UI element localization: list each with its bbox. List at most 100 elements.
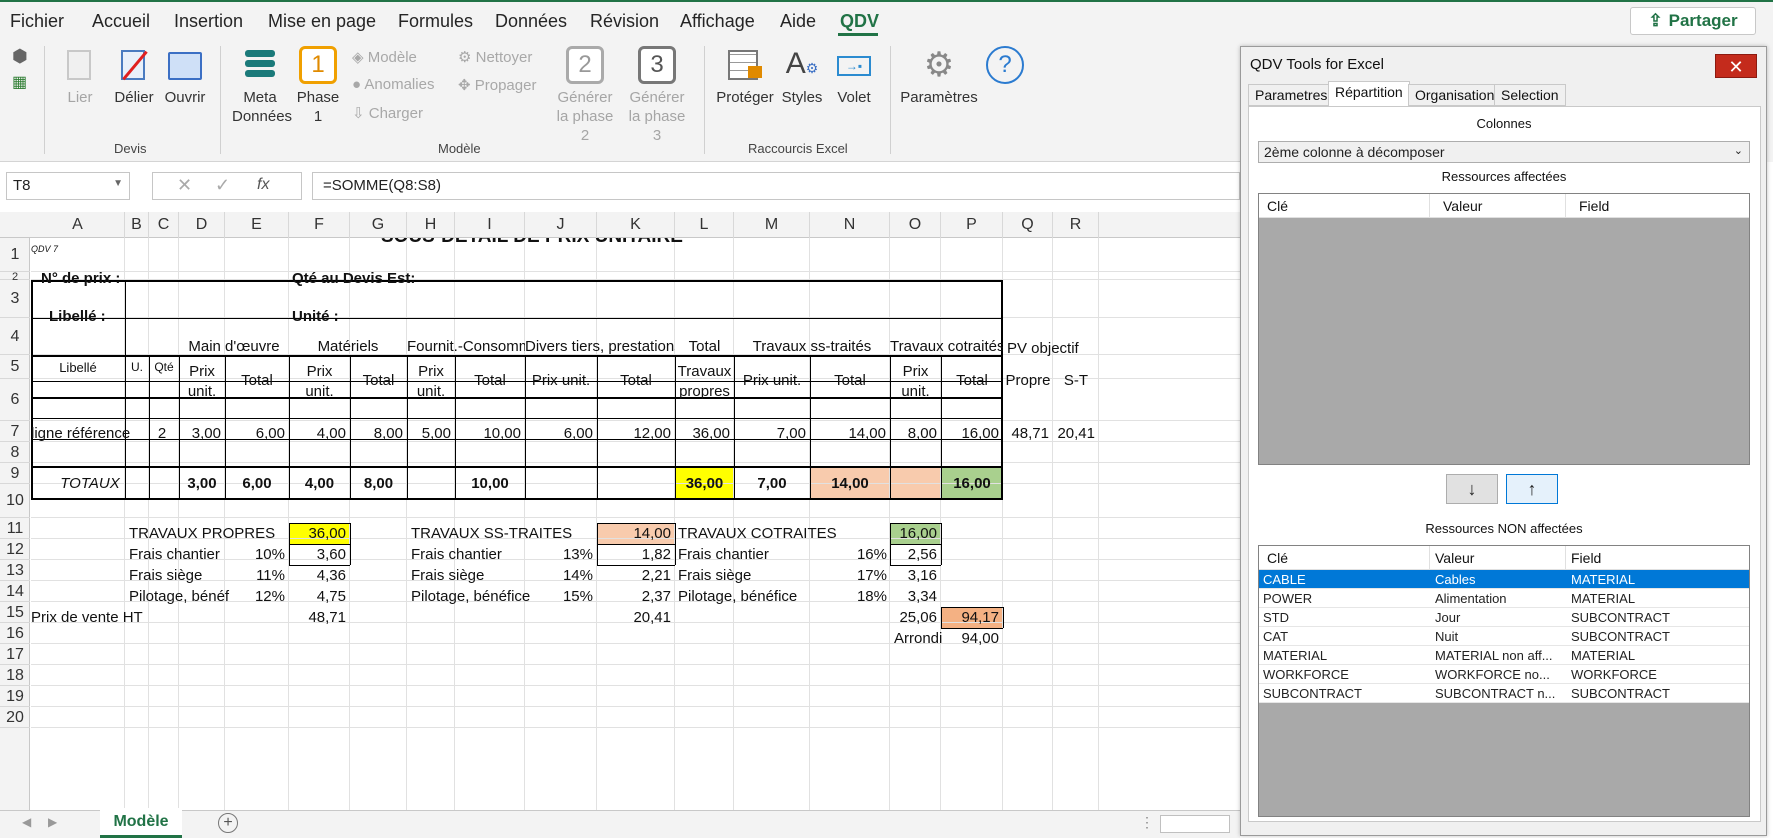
row-header-15[interactable]: 15 — [0, 602, 30, 623]
resource-row[interactable]: STD Jour SUBCONTRACT — [1259, 608, 1749, 627]
column-header-a[interactable]: A — [31, 212, 125, 238]
row8-cell-5[interactable]: 8,00 — [350, 425, 403, 442]
menu-mise-en-page[interactable]: Mise en page — [268, 11, 376, 32]
column-header-e[interactable]: E — [225, 212, 289, 238]
charger-button[interactable]: ⇩ Charger — [352, 104, 423, 122]
row-header-11[interactable]: 11 — [0, 518, 30, 539]
nettoyer-button[interactable]: ⚙ Nettoyer — [458, 48, 532, 66]
phase1-button[interactable]: 1 Phase 1 — [295, 46, 341, 126]
col-field[interactable]: Field — [1571, 550, 1601, 566]
row-header-14[interactable]: 14 — [0, 581, 30, 602]
totaux-cell-6[interactable]: 7,00 — [734, 475, 810, 492]
lier-button[interactable]: Lier — [60, 46, 100, 107]
row8-cell-4[interactable]: 4,00 — [289, 425, 346, 442]
row-header-18[interactable]: 18 — [0, 665, 30, 686]
proteger-button[interactable]: Protéger — [716, 46, 774, 107]
column-header-k[interactable]: K — [597, 212, 675, 238]
insert-function-icon[interactable]: fx — [257, 176, 269, 194]
sheet-tab-modele[interactable]: Modèle — [100, 808, 182, 838]
column-header-f[interactable]: F — [289, 212, 350, 238]
menu-qdv[interactable]: QDV — [840, 11, 879, 32]
ouvrir-button[interactable]: Ouvrir — [162, 46, 208, 107]
row8-cell-12[interactable]: 14,00 — [810, 425, 886, 442]
column-header-r[interactable]: R — [1053, 212, 1099, 238]
row-header-9[interactable]: 9 — [0, 463, 30, 484]
assigned-resources-list[interactable]: Clé Valeur Field — [1258, 193, 1750, 465]
propager-button[interactable]: ✥ Propager — [458, 76, 536, 94]
menu-insertion[interactable]: Insertion — [174, 11, 243, 32]
chevron-down-icon[interactable]: ▼ — [113, 178, 123, 189]
column-header-h[interactable]: H — [407, 212, 455, 238]
row8-cell-6[interactable]: 5,00 — [407, 425, 451, 442]
sheet-icon[interactable]: ▦ — [12, 72, 27, 92]
confirm-icon[interactable]: ✓ — [215, 175, 230, 196]
totaux-cell-5[interactable]: 36,00 — [675, 475, 734, 492]
parametres-button[interactable]: ⚙ Paramètres — [900, 46, 978, 107]
cancel-icon[interactable]: ✕ — [177, 175, 192, 196]
share-button[interactable]: ⇪ Partager — [1630, 7, 1756, 35]
row8-cell-2[interactable]: 3,00 — [179, 425, 221, 442]
meta-donnees-button[interactable]: Meta Données — [232, 46, 292, 126]
row8-cell-11[interactable]: 7,00 — [734, 425, 806, 442]
anomalies-button[interactable]: ● Anomalies — [352, 76, 434, 93]
column-header-b[interactable]: B — [125, 212, 149, 238]
column-header-n[interactable]: N — [810, 212, 890, 238]
row8-cell-3[interactable]: 6,00 — [225, 425, 285, 442]
column-header-o[interactable]: O — [890, 212, 941, 238]
delier-button[interactable]: Délier — [110, 46, 158, 107]
row-header-12[interactable]: 12 — [0, 539, 30, 560]
next-sheet-icon[interactable]: ▶ — [48, 815, 57, 829]
tab-parametres[interactable]: Parametres — [1248, 84, 1335, 106]
close-icon[interactable]: ✕ — [1715, 54, 1757, 78]
col-cle[interactable]: Clé — [1267, 198, 1288, 214]
row-header-20[interactable]: 20 — [0, 707, 30, 728]
tab-selection[interactable]: Selection — [1494, 84, 1566, 106]
column-header-d[interactable]: D — [179, 212, 225, 238]
worksheet-grid[interactable]: SOUS-DETAIL DE PRIX UNITAIRE QDV 7 N° de… — [31, 238, 1240, 810]
modele-button[interactable]: ◈ Modèle — [352, 48, 417, 66]
row8-cell-8[interactable]: 6,00 — [525, 425, 593, 442]
row-header-6[interactable]: 6 — [0, 379, 30, 421]
row8-cell-16[interactable]: 20,41 — [1053, 425, 1095, 442]
resource-row[interactable]: WORKFORCE WORKFORCE no... WORKFORCE — [1259, 665, 1749, 684]
col-field[interactable]: Field — [1579, 198, 1609, 214]
row8-cell-14[interactable]: 16,00 — [941, 425, 999, 442]
column-header-i[interactable]: I — [455, 212, 525, 238]
formula-input[interactable]: =SOMME(Q8:S8) — [312, 172, 1240, 200]
row-header-19[interactable]: 19 — [0, 686, 30, 707]
row-header-3[interactable]: 3 — [0, 280, 30, 318]
styles-button[interactable]: A⚙ Styles — [780, 46, 824, 107]
row8-cell-9[interactable]: 12,00 — [597, 425, 671, 442]
col-valeur[interactable]: Valeur — [1435, 550, 1474, 566]
column-header-c[interactable]: C — [149, 212, 179, 238]
menu-revision[interactable]: Révision — [590, 11, 659, 32]
horizontal-scrollbar[interactable] — [1160, 815, 1230, 833]
totaux-cell-0[interactable]: 3,00 — [179, 475, 225, 492]
column-header-m[interactable]: M — [734, 212, 810, 238]
tab-repartition[interactable]: Répartition — [1328, 81, 1410, 107]
column-select[interactable]: 2ème colonne à décomposer ⌄ — [1258, 141, 1750, 163]
menu-donnees[interactable]: Données — [495, 11, 567, 32]
row-header-16[interactable]: 16 — [0, 623, 30, 644]
tab-organisation[interactable]: Organisation — [1408, 84, 1502, 106]
menu-accueil[interactable]: Accueil — [92, 11, 150, 32]
move-up-button[interactable]: ↑ — [1506, 474, 1558, 504]
resource-row[interactable]: MATERIAL MATERIAL non aff... MATERIAL — [1259, 646, 1749, 665]
row8-cell-7[interactable]: 10,00 — [455, 425, 521, 442]
menu-formules[interactable]: Formules — [398, 11, 473, 32]
column-header-q[interactable]: Q — [1003, 212, 1053, 238]
menu-affichage[interactable]: Affichage — [680, 11, 755, 32]
row8-cell-10[interactable]: 36,00 — [675, 425, 730, 442]
totaux-cell-7[interactable]: 14,00 — [810, 475, 890, 492]
help-icon[interactable]: ? — [986, 46, 1024, 84]
menu-aide[interactable]: Aide — [780, 11, 816, 32]
resource-row[interactable]: POWER Alimentation MATERIAL — [1259, 589, 1749, 608]
col-cle[interactable]: Clé — [1267, 550, 1288, 566]
column-header-g[interactable]: G — [350, 212, 407, 238]
volet-button[interactable]: →▪ Volet — [830, 46, 878, 107]
cube-icon[interactable]: ⬢ — [12, 46, 28, 67]
row-header-5[interactable]: 5 — [0, 355, 30, 379]
generer-phase2-button[interactable]: 2 Générer la phase 2 — [552, 46, 618, 145]
add-sheet-icon[interactable]: + — [218, 813, 238, 833]
row-header-13[interactable]: 13 — [0, 560, 30, 581]
